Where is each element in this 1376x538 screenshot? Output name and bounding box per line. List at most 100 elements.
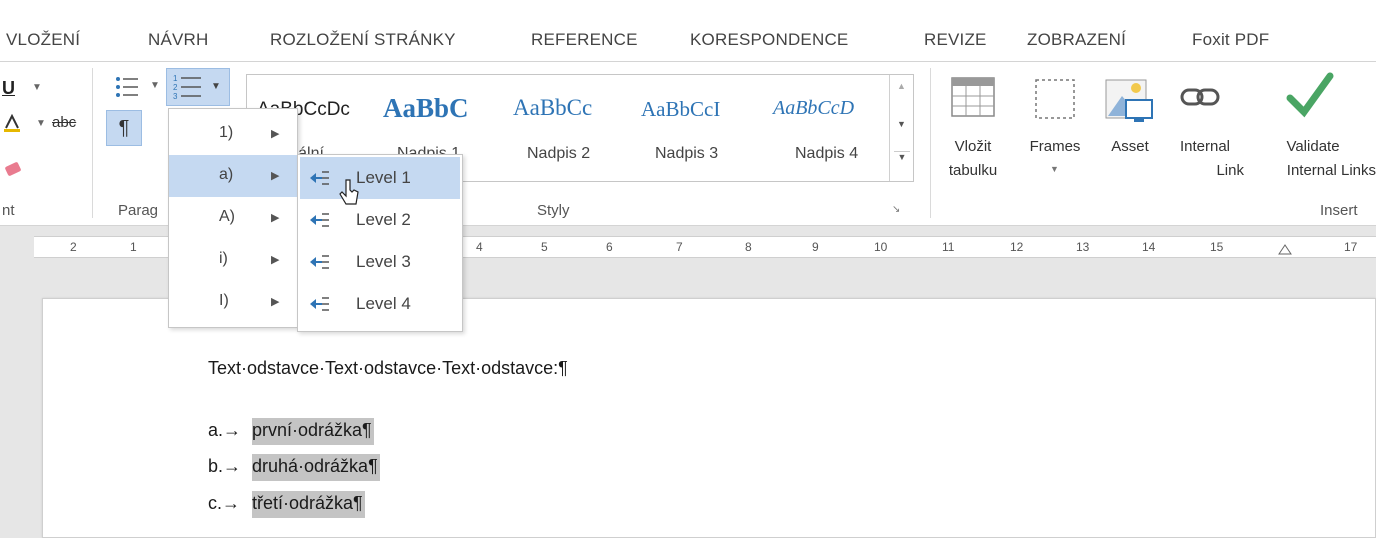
- ruler-number: 11: [942, 240, 955, 254]
- chevron-down-icon[interactable]: ▼: [36, 118, 46, 129]
- ruler-number: 12: [1010, 240, 1024, 254]
- internal-link-label-2[interactable]: Link: [1166, 160, 1244, 182]
- ruler-number: 10: [874, 240, 888, 254]
- list-marker: b.→: [208, 456, 242, 476]
- underline-icon[interactable]: U: [2, 78, 15, 99]
- paragraph-text[interactable]: Text·odstavce·Text·odstavce·Text·odstavc…: [208, 358, 568, 379]
- ruler-number: 2: [70, 240, 77, 254]
- tab-zobrazeni[interactable]: ZOBRAZENÍ: [1027, 30, 1126, 50]
- mouse-cursor-icon: [338, 178, 362, 208]
- vlozit-tabulku-label-2[interactable]: tabulku: [940, 160, 1006, 182]
- ruler-number: 14: [1142, 240, 1156, 254]
- numbering-button[interactable]: 1 2 3 ▼: [166, 68, 230, 106]
- insert-group-label: Insert: [1320, 202, 1358, 219]
- numbering-format-item[interactable]: 1) ▶: [169, 113, 297, 155]
- list-item-text[interactable]: první·odrážka¶: [252, 418, 374, 445]
- document-page[interactable]: [42, 298, 1376, 538]
- tab-korespondence[interactable]: KORESPONDENCE: [690, 30, 848, 50]
- style-preview-nadpis-2: AaBbCc: [513, 95, 593, 120]
- submenu-arrow-icon: ▶: [271, 254, 280, 266]
- tab-reference[interactable]: REFERENCE: [531, 30, 638, 50]
- frames-icon[interactable]: [1032, 76, 1078, 122]
- tab-vlozeni[interactable]: VLOŽENÍ: [6, 30, 80, 50]
- asset-label[interactable]: Asset: [1104, 136, 1156, 158]
- font-color-icon[interactable]: [4, 113, 20, 132]
- numbering-format-item[interactable]: i) ▶: [169, 239, 297, 281]
- list-level-submenu: Level 1 Level 2 Level 3 Level 4: [297, 154, 463, 332]
- list-item-text[interactable]: třetí·odrážka¶: [252, 491, 365, 518]
- asset-icon[interactable]: [1104, 74, 1156, 124]
- list-level-item[interactable]: Level 2: [300, 199, 460, 241]
- style-name-nadpis-3: Nadpis 3: [655, 145, 719, 162]
- style-preview-nadpis-1: AaBbC: [383, 93, 469, 123]
- ruler-number: 15: [1210, 240, 1224, 254]
- numbering-format-menu: 1) ▶ a) ▶ A) ▶ i) ▶ I) ▶: [168, 108, 298, 328]
- ribbon-tab-bar: VLOŽENÍ NÁVRH ROZLOŽENÍ STRÁNKY REFERENC…: [0, 0, 1376, 62]
- ruler-number: 8: [745, 240, 752, 254]
- chevron-down-icon[interactable]: ▼: [32, 82, 42, 93]
- validate-label-2[interactable]: Internal Links: [1250, 160, 1376, 182]
- ruler-number: 4: [476, 240, 483, 254]
- svg-text:1: 1: [173, 74, 178, 83]
- numbering-format-item[interactable]: A) ▶: [169, 197, 297, 239]
- submenu-arrow-icon: ▶: [271, 128, 280, 140]
- ruler-number: 17: [1344, 240, 1358, 254]
- internal-link-label-1[interactable]: Internal: [1166, 136, 1244, 158]
- group-divider: [92, 68, 93, 218]
- tab-rozlozeni-stranky[interactable]: ROZLOŽENÍ STRÁNKY: [270, 30, 456, 50]
- link-icon[interactable]: [1180, 82, 1222, 112]
- tab-navrh[interactable]: NÁVRH: [148, 30, 209, 50]
- ruler-number: 13: [1076, 240, 1090, 254]
- list-level-item[interactable]: Level 3: [300, 241, 460, 283]
- gallery-down-icon[interactable]: ▼: [897, 119, 906, 129]
- ruler-number: 1: [130, 240, 137, 254]
- submenu-arrow-icon: ▶: [271, 296, 280, 308]
- style-preview-nadpis-3: AaBbCcI: [641, 97, 721, 121]
- format-label: a): [219, 166, 234, 183]
- group-divider: [930, 68, 931, 218]
- tab-foxit-pdf[interactable]: Foxit PDF: [1192, 30, 1269, 50]
- format-label: 1): [219, 124, 234, 141]
- chevron-down-icon[interactable]: ▼: [1050, 164, 1059, 174]
- list-level-item[interactable]: Level 4: [300, 283, 460, 325]
- checkmark-icon[interactable]: [1284, 68, 1336, 122]
- dialog-launcher-icon[interactable]: ↘: [892, 204, 900, 215]
- submenu-arrow-icon: ▶: [271, 170, 280, 182]
- bullets-icon[interactable]: [114, 74, 142, 100]
- frames-label[interactable]: Frames: [1018, 136, 1092, 158]
- validate-label-1[interactable]: Validate: [1250, 136, 1376, 158]
- indent-icon: [308, 169, 330, 187]
- list-marker: c.→: [208, 493, 241, 513]
- chevron-down-icon: ▼: [211, 81, 221, 92]
- svg-text:2: 2: [173, 83, 178, 92]
- right-indent-marker-icon[interactable]: [1278, 242, 1292, 256]
- list-item-text[interactable]: druhá·odrážka¶: [252, 454, 380, 481]
- indent-icon: [308, 253, 330, 271]
- strikethrough-button[interactable]: abc: [52, 114, 76, 131]
- numbering-format-item-active[interactable]: a) ▶: [169, 155, 297, 197]
- ruler-number: 6: [606, 240, 613, 254]
- style-name-nadpis-4: Nadpis 4: [795, 145, 859, 162]
- numbering-format-item[interactable]: I) ▶: [169, 281, 297, 323]
- styles-group-label: Styly: [537, 202, 570, 219]
- tab-revize[interactable]: REVIZE: [924, 30, 987, 50]
- gallery-more-icon[interactable]: ▼: [894, 151, 910, 171]
- level-label: Level 3: [356, 252, 411, 271]
- indent-icon: [308, 211, 330, 229]
- vlozit-tabulku-label-1[interactable]: Vložit: [940, 136, 1006, 158]
- style-preview-nadpis-4: AaBbCcD: [773, 97, 855, 119]
- level-label: Level 1: [356, 168, 411, 187]
- list-level-item-active[interactable]: Level 1: [300, 157, 460, 199]
- show-formatting-button[interactable]: ¶: [106, 110, 142, 146]
- ruler-number: 7: [676, 240, 683, 254]
- gallery-up-icon[interactable]: ▲: [897, 81, 906, 91]
- format-label: i): [219, 250, 228, 267]
- eraser-icon[interactable]: [4, 162, 21, 176]
- paragraph-group-label: Parag: [118, 202, 159, 219]
- format-label: I): [219, 292, 229, 309]
- submenu-arrow-icon: ▶: [271, 212, 280, 224]
- level-label: Level 2: [356, 210, 411, 229]
- table-icon[interactable]: [950, 74, 996, 120]
- list-marker: a.→: [208, 420, 242, 440]
- chevron-down-icon[interactable]: ▼: [150, 80, 160, 91]
